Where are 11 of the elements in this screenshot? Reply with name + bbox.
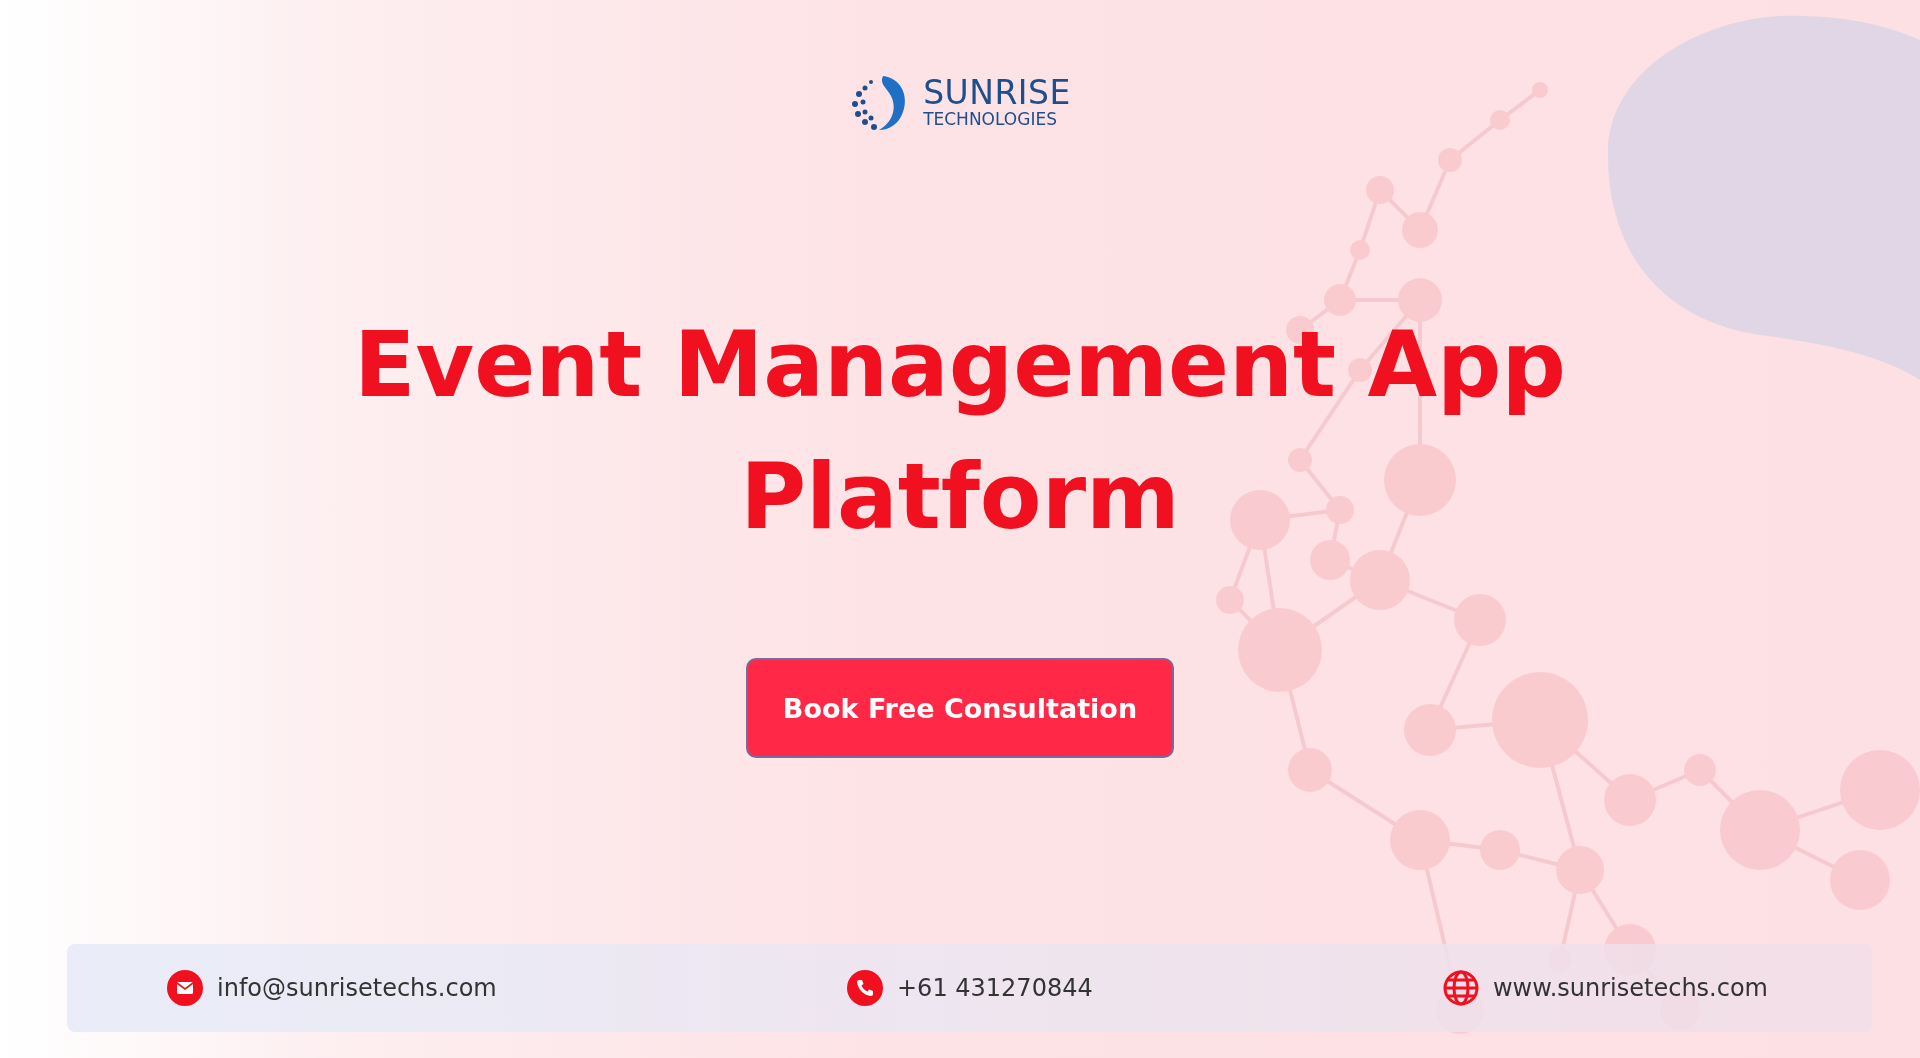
phone-link[interactable]: +61 431270844 xyxy=(897,974,1093,1002)
envelope-icon xyxy=(167,970,203,1006)
headline: Platform xyxy=(740,443,1180,551)
website-link[interactable]: www.sunrisetechs.com xyxy=(1493,974,1768,1002)
logo-name: SUNRISE xyxy=(923,76,1071,110)
phone-icon xyxy=(847,970,883,1006)
logo-tagline: TECHNOLOGIES xyxy=(923,109,1058,130)
globe-icon xyxy=(1443,970,1479,1006)
email-link[interactable]: info@sunrisetechs.com xyxy=(217,974,497,1002)
book-consultation-button[interactable]: Book Free Consultation xyxy=(746,658,1174,758)
headline: Event Management App xyxy=(354,311,1566,419)
